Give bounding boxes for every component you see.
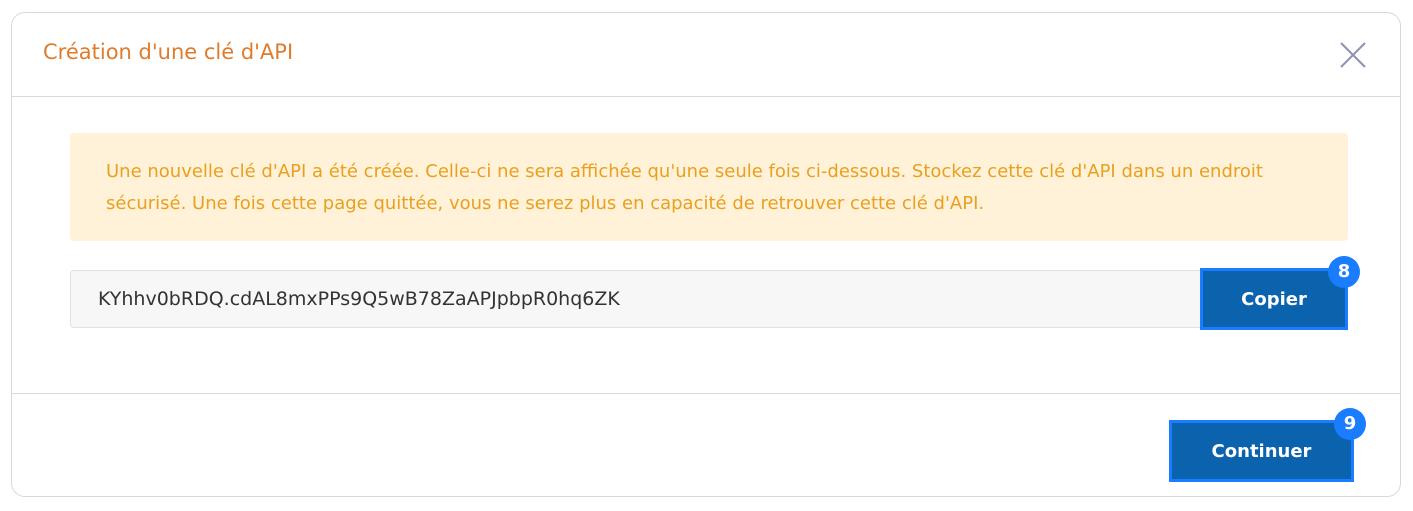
step-badge-copy: 8 <box>1328 256 1360 288</box>
copy-button[interactable]: Copier <box>1200 268 1348 330</box>
step-badge-continue: 9 <box>1334 408 1366 440</box>
warning-alert: Une nouvelle clé d'API a été créée. Cell… <box>70 133 1348 241</box>
close-button[interactable] <box>1337 39 1369 71</box>
close-icon <box>1340 42 1366 68</box>
api-key-row: Copier 8 <box>70 256 1360 330</box>
modal-title: Création d'une clé d'API <box>43 40 294 64</box>
modal-header: Création d'une clé d'API <box>12 13 1400 97</box>
api-key-field[interactable] <box>70 270 1202 328</box>
modal-footer: Continuer 9 <box>12 393 1400 497</box>
api-key-modal: Création d'une clé d'API Une nouvelle cl… <box>11 12 1401 497</box>
continue-button[interactable]: Continuer <box>1169 420 1354 482</box>
modal-body: Une nouvelle clé d'API a été créée. Cell… <box>12 97 1400 393</box>
